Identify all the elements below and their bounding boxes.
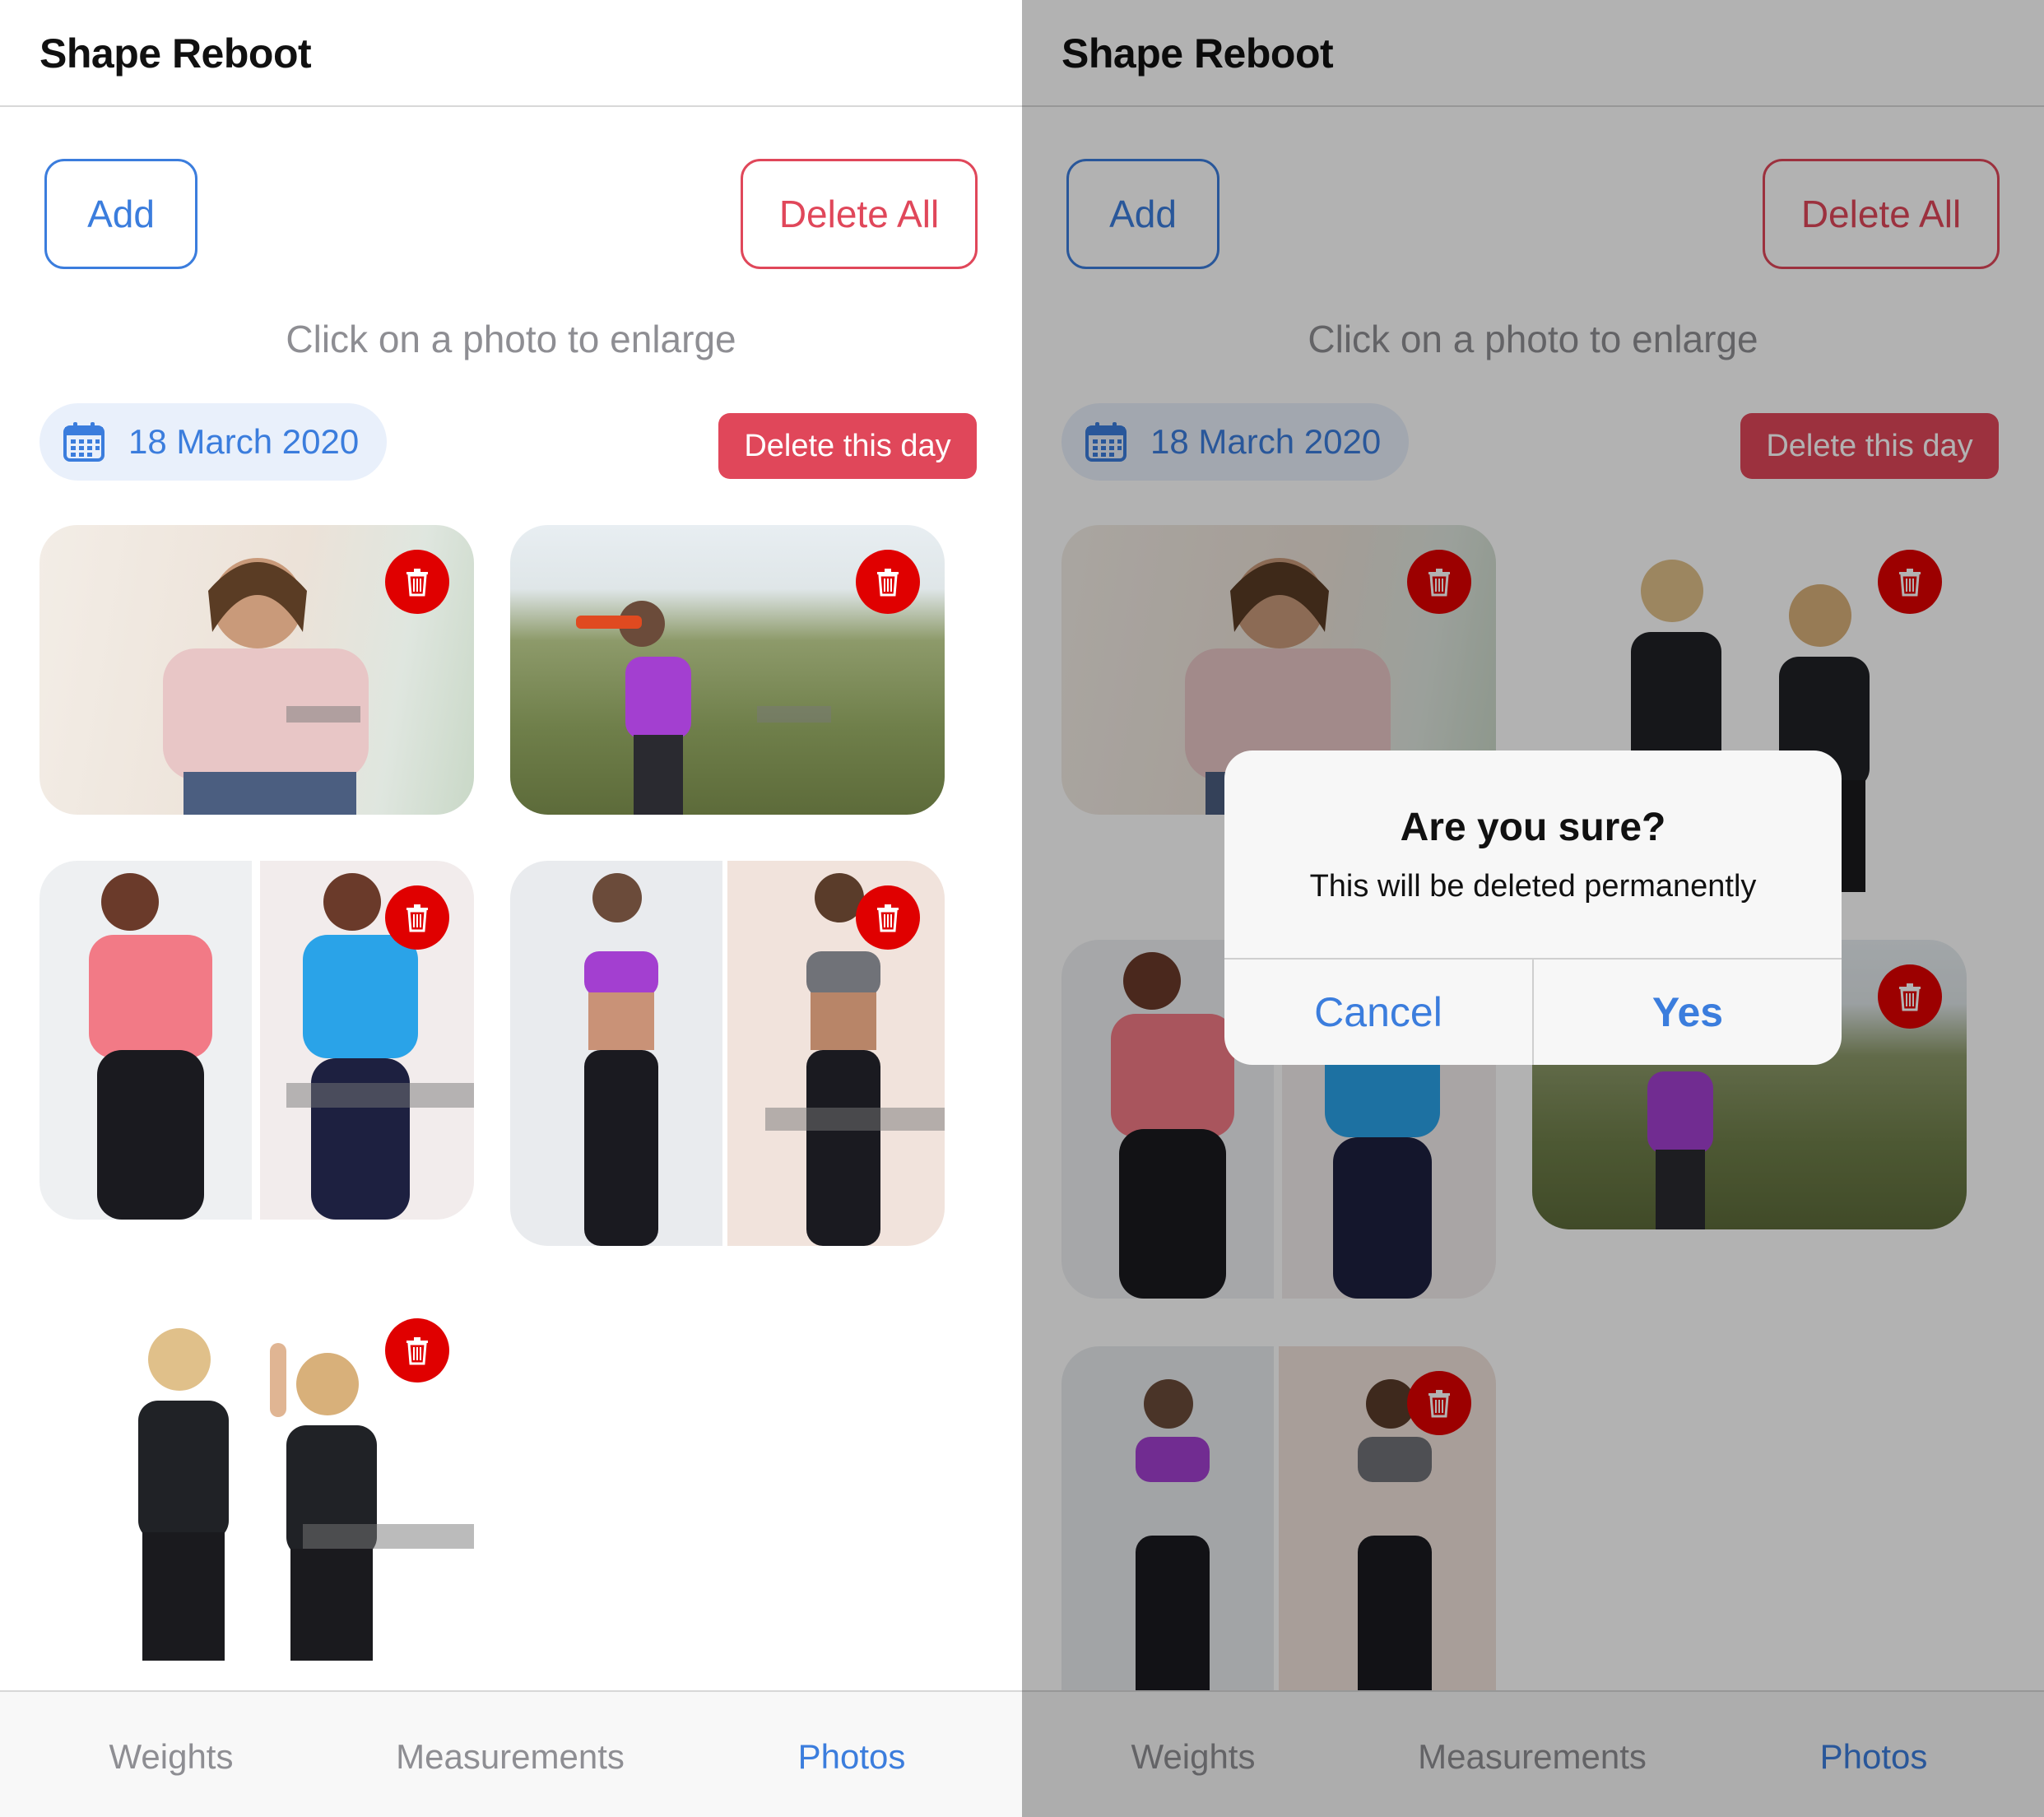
- photo-thumbnail[interactable]: [39, 1294, 474, 1661]
- navigation-bar: Shape Reboot: [0, 0, 1022, 107]
- trash-icon: [406, 1337, 428, 1365]
- confirm-yes-button[interactable]: Yes: [1534, 960, 1842, 1065]
- dialog-title: Are you sure?: [1400, 806, 1666, 849]
- tab-weights[interactable]: Weights: [72, 1737, 270, 1777]
- calendar-icon: [63, 422, 105, 462]
- date-label: 18 March 2020: [128, 422, 360, 461]
- trash-icon: [406, 569, 428, 597]
- tab-bar: Weights Measurements Photos: [0, 1690, 1022, 1817]
- trash-icon: [406, 904, 428, 932]
- tab-photos[interactable]: Photos: [757, 1737, 946, 1777]
- trash-icon: [877, 904, 899, 932]
- date-selector[interactable]: 18 March 2020: [39, 403, 387, 481]
- delete-photo-button[interactable]: [385, 885, 449, 950]
- photos-screen-with-dialog: Shape Reboot Add Delete All Click on a p…: [1022, 0, 2044, 1817]
- photo-thumbnail[interactable]: [510, 525, 945, 815]
- dialog-message: This will be deleted permanently: [1309, 869, 1757, 904]
- photo-thumbnail[interactable]: [510, 861, 945, 1246]
- photo-thumbnail[interactable]: [39, 525, 474, 815]
- app-title: Shape Reboot: [39, 30, 312, 77]
- delete-all-button[interactable]: Delete All: [741, 159, 978, 269]
- trash-icon: [877, 569, 899, 597]
- photos-screen: Shape Reboot Add Delete All Click on a p…: [0, 0, 1022, 1817]
- delete-day-button[interactable]: Delete this day: [718, 413, 977, 479]
- tab-measurements[interactable]: Measurements: [354, 1737, 667, 1777]
- add-button[interactable]: Add: [44, 159, 197, 269]
- delete-photo-button[interactable]: [856, 550, 920, 614]
- delete-photo-button[interactable]: [385, 550, 449, 614]
- cancel-button[interactable]: Cancel: [1224, 960, 1532, 1065]
- photo-thumbnail[interactable]: [39, 861, 474, 1220]
- confirm-delete-dialog: Are you sure? This will be deleted perma…: [1224, 750, 1842, 1065]
- delete-photo-button[interactable]: [385, 1318, 449, 1382]
- delete-photo-button[interactable]: [856, 885, 920, 950]
- enlarge-hint: Click on a photo to enlarge: [286, 318, 736, 360]
